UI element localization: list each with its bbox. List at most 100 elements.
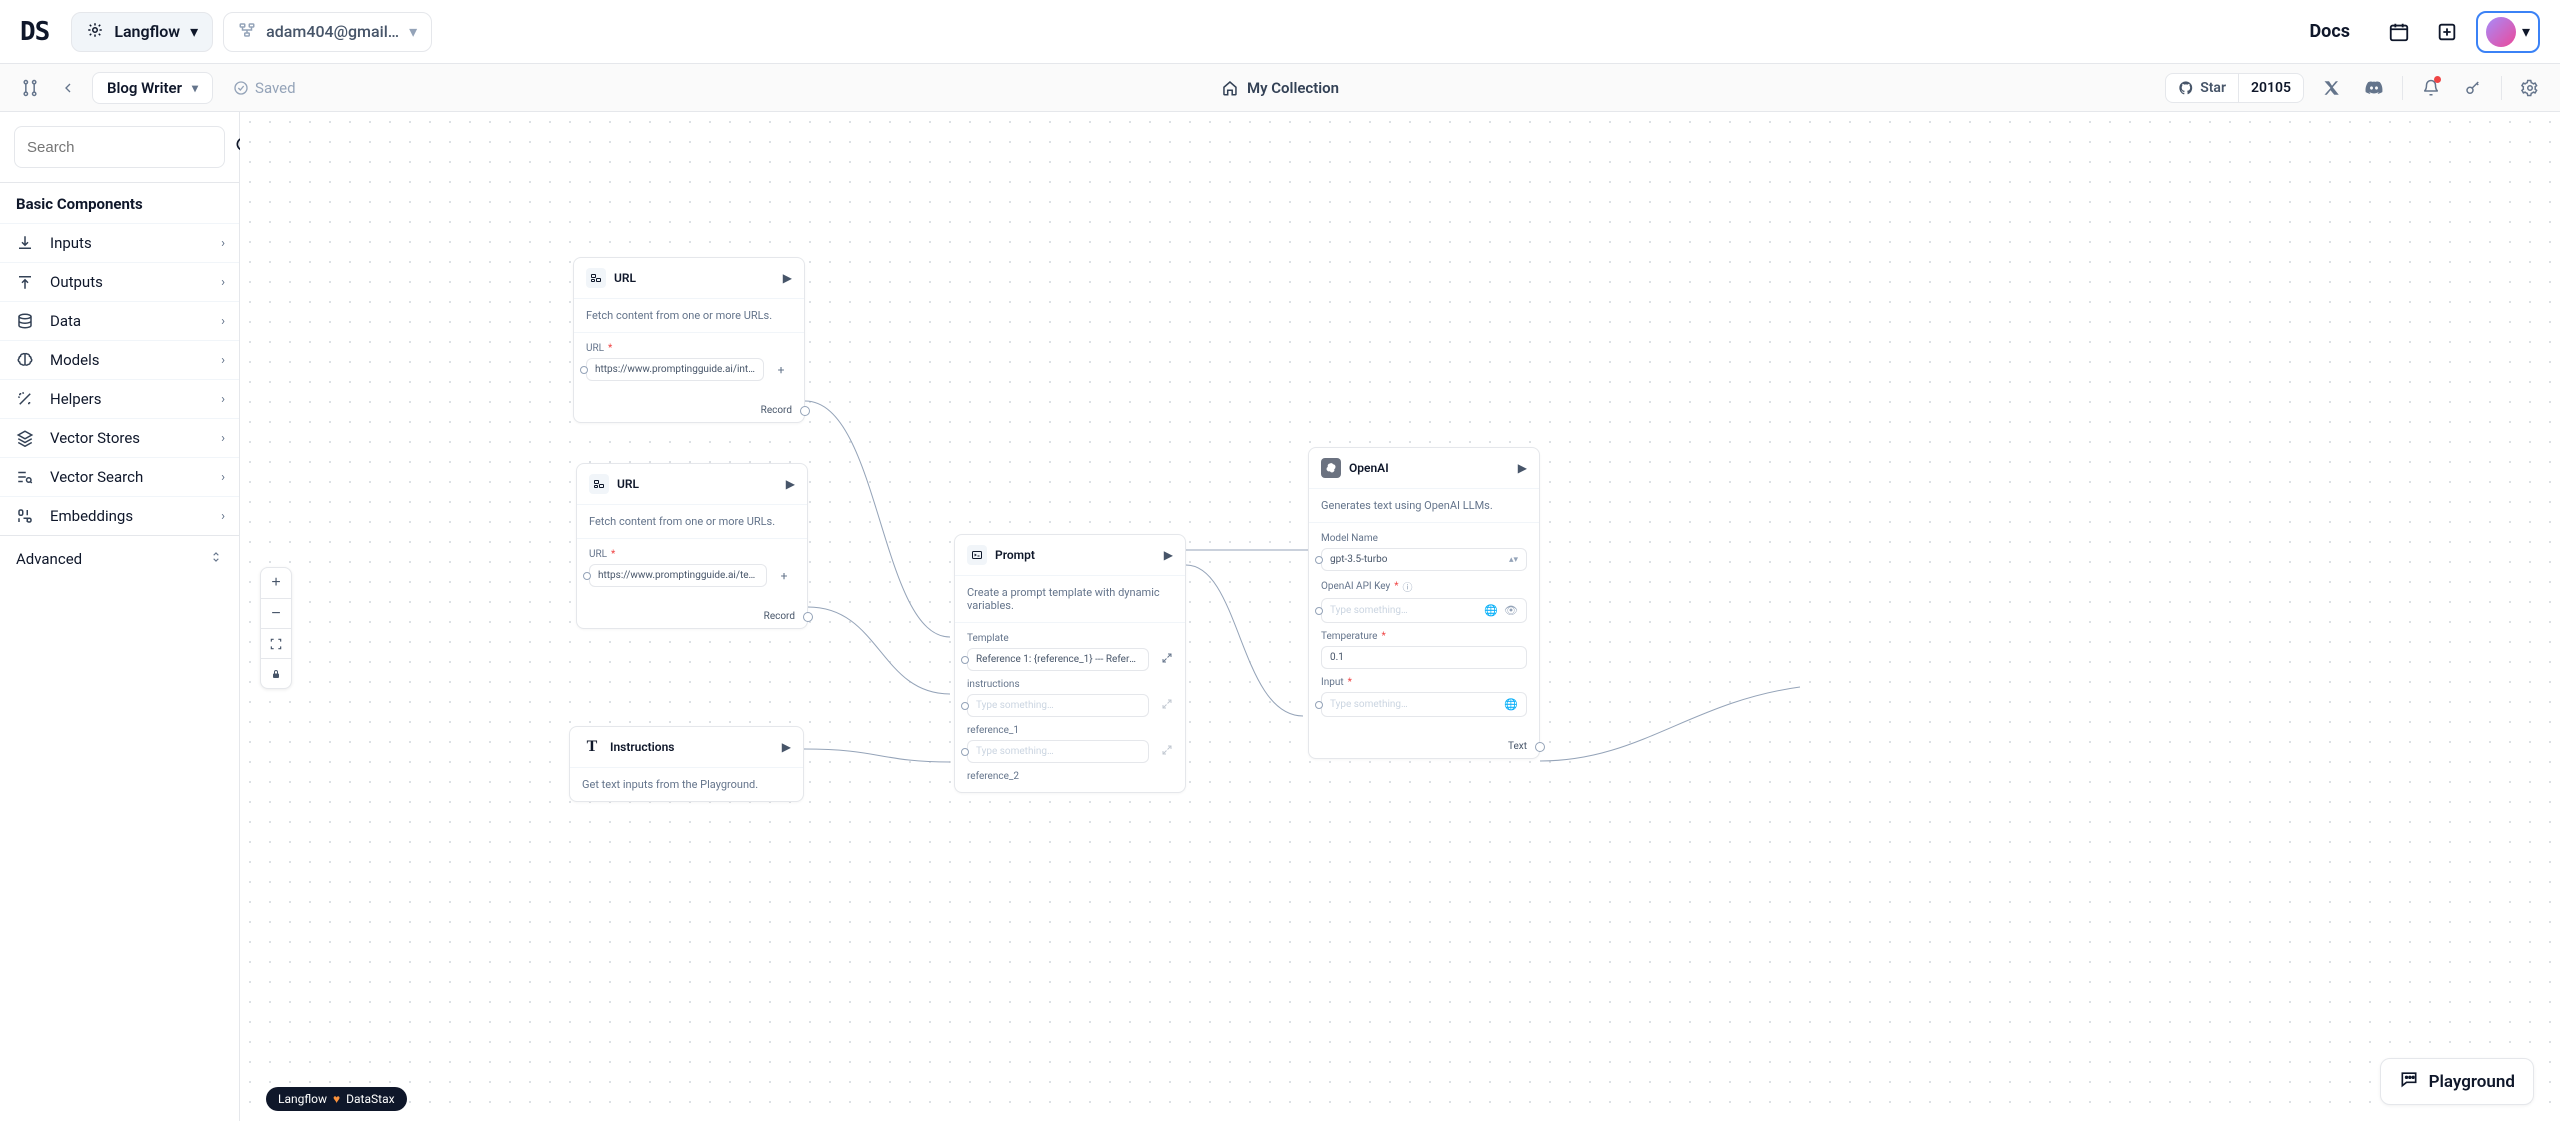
- field-label: reference_1: [967, 725, 1019, 736]
- x-twitter-icon[interactable]: [2318, 74, 2346, 102]
- node-title: OpenAI: [1349, 461, 1389, 475]
- field-label: OpenAI API Key: [1321, 581, 1390, 592]
- calendar-icon[interactable]: [2380, 13, 2418, 51]
- model-select[interactable]: gpt-3.5-turbo▴▾: [1321, 548, 1527, 571]
- github-star[interactable]: Star 20105: [2165, 73, 2304, 103]
- playground-button[interactable]: Playground: [2380, 1058, 2534, 1105]
- category-embeddings[interactable]: Embeddings›: [0, 496, 239, 535]
- search-input[interactable]: [27, 139, 226, 156]
- heart-icon: ♥: [333, 1092, 340, 1106]
- category-models[interactable]: Models›: [0, 340, 239, 379]
- flow-name-dropdown[interactable]: Blog Writer ▾: [92, 72, 213, 104]
- globe-icon[interactable]: 🌐: [1504, 698, 1518, 711]
- workspace-name: Langflow: [114, 22, 180, 41]
- url-input[interactable]: https://www.promptingguide.ai/techniques…: [589, 564, 767, 587]
- expand-icon[interactable]: [1161, 698, 1173, 713]
- category-vector-search[interactable]: Vector Search›: [0, 457, 239, 496]
- category-outputs[interactable]: Outputs›: [0, 262, 239, 301]
- play-icon[interactable]: ▶: [783, 271, 792, 285]
- node-openai[interactable]: OpenAI ▶ Generates text using OpenAI LLM…: [1308, 447, 1540, 759]
- upload-icon: [14, 273, 36, 291]
- category-helpers[interactable]: Helpers›: [0, 379, 239, 418]
- node-title: Instructions: [610, 740, 674, 754]
- node-url-1[interactable]: URL ▶ Fetch content from one or more URL…: [573, 257, 805, 423]
- url-icon: [589, 474, 609, 494]
- node-title: Prompt: [995, 548, 1035, 562]
- output-text[interactable]: Text: [1309, 735, 1539, 758]
- download-icon[interactable]: [2428, 13, 2466, 51]
- workspace-dropdown[interactable]: Langflow ▾: [71, 12, 213, 52]
- lock-button[interactable]: [261, 658, 291, 688]
- node-prompt[interactable]: Prompt ▶ Create a prompt template with d…: [954, 534, 1186, 793]
- add-url-button[interactable]: +: [773, 565, 795, 587]
- url-icon: [586, 268, 606, 288]
- wand-icon: [14, 390, 36, 408]
- flows-icon[interactable]: [16, 74, 44, 102]
- instructions-input[interactable]: Type something…: [967, 694, 1149, 717]
- play-icon[interactable]: ▶: [782, 740, 791, 754]
- field-label: reference_2: [967, 771, 1019, 782]
- output-record[interactable]: Record: [577, 605, 807, 628]
- fit-view-button[interactable]: [261, 628, 291, 658]
- flow-icon: [238, 21, 256, 43]
- template-input[interactable]: Reference 1: {reference_1} --- Reference…: [967, 648, 1149, 671]
- url-input[interactable]: https://www.promptingguide.ai/introducti…: [586, 358, 764, 381]
- sort-icon: [209, 550, 223, 568]
- zoom-in-button[interactable]: +: [261, 568, 291, 598]
- text-icon: T: [582, 737, 602, 757]
- settings-icon[interactable]: [2516, 74, 2544, 102]
- temperature-input[interactable]: 0.1: [1321, 646, 1527, 669]
- add-url-button[interactable]: +: [770, 359, 792, 381]
- globe-icon[interactable]: 🌐: [1484, 604, 1498, 617]
- notifications-icon[interactable]: [2417, 74, 2445, 102]
- play-icon[interactable]: ▶: [1164, 548, 1173, 562]
- home-icon: [1221, 79, 1239, 97]
- eye-icon[interactable]: 👁: [1504, 604, 1518, 617]
- play-icon[interactable]: ▶: [1518, 461, 1527, 475]
- zoom-controls: + −: [260, 567, 292, 689]
- play-icon[interactable]: ▶: [786, 477, 795, 491]
- basic-components-title: Basic Components: [0, 182, 239, 223]
- node-title: URL: [614, 271, 636, 285]
- node-instructions[interactable]: T Instructions ▶ Get text inputs from th…: [569, 726, 804, 802]
- field-label: Template: [967, 633, 1009, 644]
- advanced-section[interactable]: Advanced: [0, 535, 239, 582]
- node-description: Get text inputs from the Playground.: [570, 768, 803, 801]
- field-label: Model Name: [1321, 533, 1378, 544]
- openai-icon: [1321, 458, 1341, 478]
- category-data[interactable]: Data›: [0, 301, 239, 340]
- output-record[interactable]: Record: [574, 399, 804, 422]
- category-vector-stores[interactable]: Vector Stores›: [0, 418, 239, 457]
- chevron-down-icon: ▾: [2522, 22, 2530, 41]
- user-menu[interactable]: ▾: [2476, 11, 2540, 53]
- input-field[interactable]: Type something…🌐: [1321, 692, 1527, 717]
- chevron-down-icon: ▾: [409, 22, 417, 41]
- breadcrumb[interactable]: My Collection: [1221, 79, 1339, 97]
- github-icon: [2178, 80, 2194, 96]
- key-icon[interactable]: [2459, 74, 2487, 102]
- chevron-right-icon: ›: [221, 236, 225, 251]
- chevron-right-icon: ›: [221, 275, 225, 290]
- reference1-input[interactable]: Type something…: [967, 740, 1149, 763]
- database-icon: [14, 312, 36, 330]
- search-input-container[interactable]: [14, 126, 225, 168]
- field-label: Temperature: [1321, 631, 1378, 642]
- powered-by-badge[interactable]: Langflow ♥ DataStax: [266, 1087, 407, 1111]
- node-url-2[interactable]: URL ▶ Fetch content from one or more URL…: [576, 463, 808, 629]
- api-key-input[interactable]: Type something…🌐👁: [1321, 598, 1527, 623]
- category-inputs[interactable]: Inputs›: [0, 223, 239, 262]
- logo[interactable]: DS: [20, 17, 49, 47]
- info-icon[interactable]: ⓘ: [1403, 579, 1413, 594]
- expand-icon[interactable]: [1161, 652, 1173, 667]
- field-label: instructions: [967, 679, 1020, 690]
- back-button[interactable]: [54, 74, 82, 102]
- expand-icon[interactable]: [1161, 744, 1173, 759]
- discord-icon[interactable]: [2360, 74, 2388, 102]
- chevron-right-icon: ›: [221, 353, 225, 368]
- zoom-out-button[interactable]: −: [261, 598, 291, 628]
- chevron-down-icon: ▾: [192, 81, 198, 95]
- node-description: Fetch content from one or more URLs.: [574, 299, 804, 333]
- docs-link[interactable]: Docs: [2309, 21, 2349, 42]
- chevron-right-icon: ›: [221, 470, 225, 485]
- account-dropdown[interactable]: adam404@gmail… ▾: [223, 12, 432, 52]
